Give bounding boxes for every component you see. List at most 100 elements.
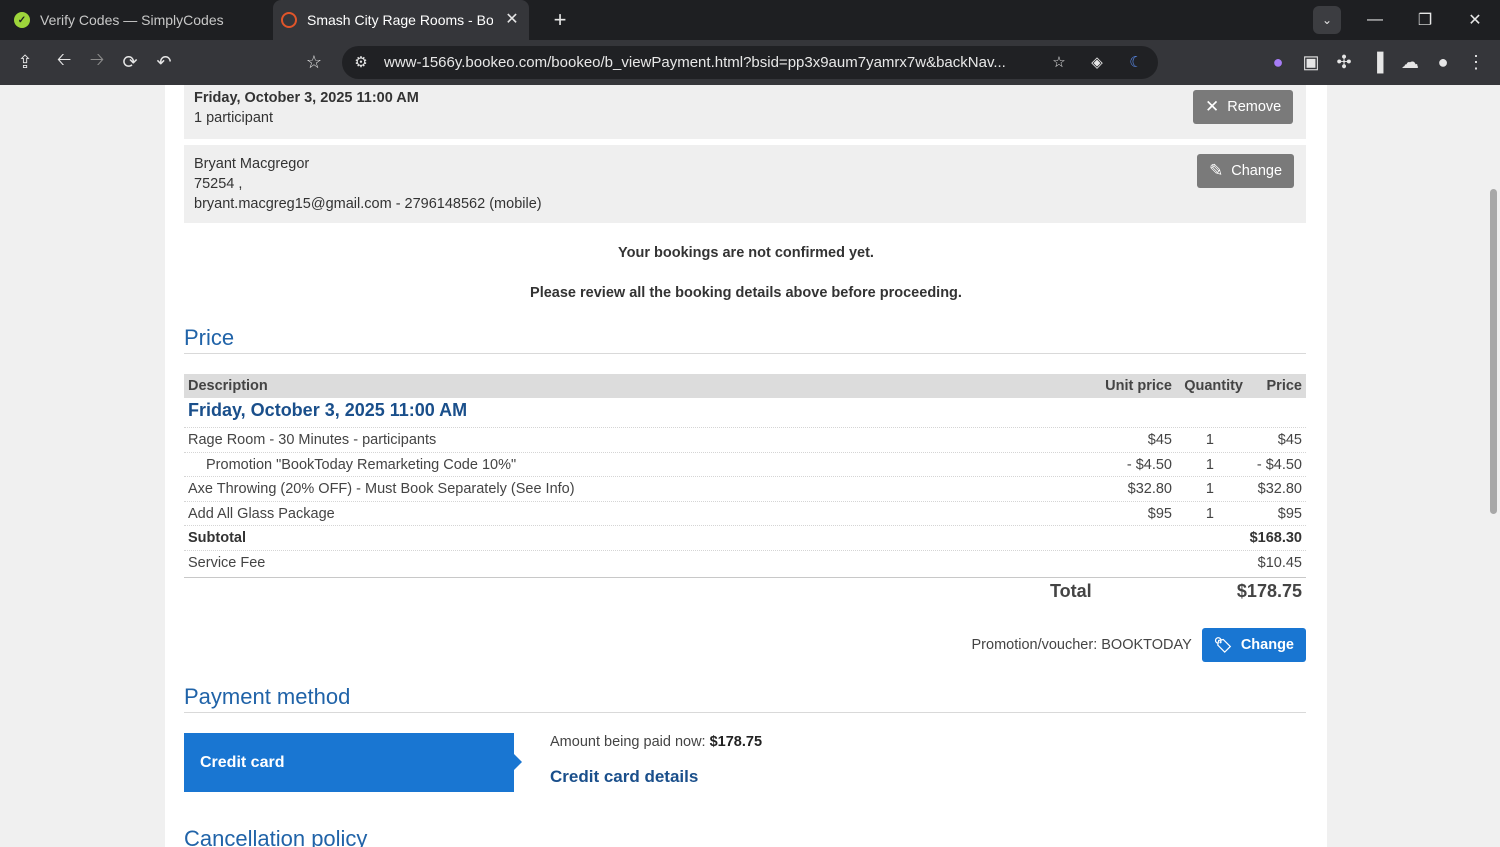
header-quantity: Quantity: [1184, 378, 1243, 394]
line-unit-price: $45: [1147, 432, 1172, 448]
change-button-label: Change: [1231, 163, 1283, 179]
change-promotion-label: Change: [1240, 637, 1294, 653]
line-description: Axe Throwing (20% OFF) - Must Book Separ…: [188, 481, 575, 497]
line-price: $32.80: [1257, 481, 1302, 497]
header-unit-price: Unit price: [1105, 378, 1172, 394]
line-price: $95: [1277, 506, 1302, 522]
customer-contact: bryant.macgreg15@gmail.com - 2796148562 …: [194, 196, 542, 212]
service-fee-value: $10.45: [1257, 555, 1302, 571]
review-notice: Please review all the booking details ab…: [530, 285, 962, 301]
address-bar[interactable]: ⚙ www-1566y.bookeo.com/bookeo/b_viewPaym…: [342, 46, 1158, 79]
line-price: - $4.50: [1256, 457, 1302, 473]
remove-button-label: Remove: [1227, 99, 1282, 115]
page-viewport: Friday, October 3, 2025 11:00 AM 1 parti…: [0, 85, 1500, 847]
page-scrollbar[interactable]: [1486, 85, 1500, 847]
line-unit-price: - $4.50: [1126, 457, 1172, 473]
undo-icon[interactable]: ↶: [152, 50, 176, 74]
promotion-voucher-label: Promotion/voucher: BOOKTODAY: [971, 637, 1192, 653]
browser-toolbar: ⇪ 🡠 🡢 ⟳ ↶ ☆ ⚙ www-1566y.bookeo.com/booke…: [0, 40, 1500, 85]
pencil-icon: ✎: [1209, 161, 1224, 180]
table-row: Promotion "BookToday Remarketing Code 10…: [184, 452, 1306, 477]
tab-title: Verify Codes — SimplyCodes: [40, 12, 224, 28]
url-text[interactable]: www-1566y.bookeo.com/bookeo/b_viewPaymen…: [384, 46, 1034, 79]
customer-name: Bryant Macgregor: [194, 156, 310, 172]
dark-mode-moon-icon[interactable]: ☾: [1125, 51, 1147, 73]
payment-method-title: Payment method: [184, 684, 351, 709]
customer-details-panel: Bryant Macgregor 75254 , bryant.macgreg1…: [184, 145, 1306, 223]
credit-card-details-heading: Credit card details: [550, 767, 699, 786]
restore-icon[interactable]: ❐: [1400, 0, 1450, 40]
total-value: $178.75: [1236, 581, 1302, 601]
tab-verify-codes[interactable]: ✓ Verify Codes — SimplyCodes: [0, 0, 270, 40]
simplycodes-favicon-icon: ✓: [14, 12, 30, 28]
cloud-upload-icon[interactable]: ☁: [1398, 50, 1422, 74]
line-quantity: 1: [1205, 432, 1214, 448]
subtotal-label: Subtotal: [188, 530, 246, 546]
site-info-icon[interactable]: ⚙: [350, 51, 372, 73]
subtotal-value: $168.30: [1249, 530, 1302, 546]
minimize-icon[interactable]: —: [1350, 0, 1400, 40]
credit-card-method-tab[interactable]: Credit card: [184, 733, 522, 792]
extension-layers-icon[interactable]: ◈: [1086, 51, 1108, 73]
amount-label: Amount being paid now:: [550, 734, 706, 750]
total-row: Total $178.75: [184, 577, 1306, 607]
promotion-area: Promotion/voucher: BOOKTODAY 🏷 Change: [971, 628, 1306, 662]
extension-purple-icon[interactable]: ●: [1266, 50, 1290, 74]
line-quantity: 1: [1205, 457, 1214, 473]
header-price: Price: [1266, 378, 1302, 394]
line-description: Add All Glass Package: [188, 506, 335, 522]
table-row: Rage Room - 30 Minutes - participants $4…: [184, 427, 1306, 452]
header-description: Description: [188, 378, 268, 394]
tab-close-icon[interactable]: ✕: [503, 11, 521, 29]
bookeo-favicon-icon: [281, 12, 297, 28]
reload-icon[interactable]: ⟳: [118, 50, 142, 74]
amount-value: $178.75: [709, 734, 763, 750]
line-description: Promotion "BookToday Remarketing Code 10…: [206, 457, 517, 473]
extensions-puzzle-icon[interactable]: ✣: [1332, 50, 1356, 74]
service-fee-row: Service Fee $10.45: [184, 550, 1306, 575]
price-date-heading: Friday, October 3, 2025 11:00 AM: [188, 400, 468, 420]
upload-icon[interactable]: ⇪: [13, 50, 37, 74]
tab-smash-city[interactable]: Smash City Rage Rooms - Booking ✕: [273, 0, 529, 40]
price-section-title: Price: [184, 325, 235, 350]
not-confirmed-notice: Your bookings are not confirmed yet.: [618, 245, 874, 261]
star-icon[interactable]: ☆: [1048, 51, 1070, 73]
line-quantity: 1: [1205, 506, 1214, 522]
price-table-header: Description Unit price Quantity Price: [184, 374, 1306, 398]
line-quantity: 1: [1205, 481, 1214, 497]
line-price: $45: [1277, 432, 1302, 448]
line-unit-price: $32.80: [1127, 481, 1172, 497]
subtotal-row: Subtotal $168.30: [184, 525, 1306, 550]
side-panel-icon[interactable]: ▐: [1365, 50, 1389, 74]
back-icon[interactable]: 🡠: [52, 49, 76, 74]
credit-card-label: Credit card: [200, 753, 285, 771]
line-unit-price: $95: [1147, 506, 1172, 522]
cancellation-policy-title: Cancellation policy: [184, 826, 368, 847]
payment-divider: [184, 712, 1306, 713]
bookmark-star-icon[interactable]: ☆: [302, 50, 326, 74]
close-icon: ✕: [1205, 97, 1220, 116]
scrollbar-thumb[interactable]: [1490, 189, 1497, 514]
table-row: Axe Throwing (20% OFF) - Must Book Separ…: [184, 476, 1306, 501]
forward-icon[interactable]: 🡢: [85, 49, 109, 74]
close-window-icon[interactable]: ✕: [1450, 0, 1500, 40]
remove-button[interactable]: ✕ Remove: [1193, 90, 1294, 124]
table-row: Add All Glass Package $95 1 $95: [184, 501, 1306, 526]
booking-datetime: Friday, October 3, 2025 11:00 AM: [194, 90, 419, 106]
service-fee-label: Service Fee: [188, 555, 266, 571]
change-customer-button[interactable]: ✎ Change: [1197, 154, 1295, 188]
amount-being-paid: Amount being paid now: $178.75: [550, 734, 762, 750]
price-divider: [184, 353, 1306, 354]
total-label: Total: [1050, 581, 1092, 601]
extension-shield-icon[interactable]: ▣: [1299, 50, 1323, 74]
menu-kebab-icon[interactable]: ⋮: [1464, 50, 1488, 74]
profile-avatar-icon[interactable]: ●: [1431, 50, 1455, 74]
browser-tab-bar: ✓ Verify Codes — SimplyCodes Smash City …: [0, 0, 1500, 40]
tag-icon: 🏷: [1213, 637, 1233, 654]
change-promotion-button[interactable]: 🏷 Change: [1201, 628, 1306, 662]
new-tab-icon[interactable]: +: [548, 8, 572, 32]
tab-search-chevron-icon[interactable]: ⌄: [1313, 6, 1341, 34]
tab-title: Smash City Rage Rooms - Booking: [307, 12, 493, 28]
booking-summary-panel: Friday, October 3, 2025 11:00 AM 1 parti…: [184, 85, 1306, 139]
customer-postal: 75254 ,: [194, 176, 243, 192]
